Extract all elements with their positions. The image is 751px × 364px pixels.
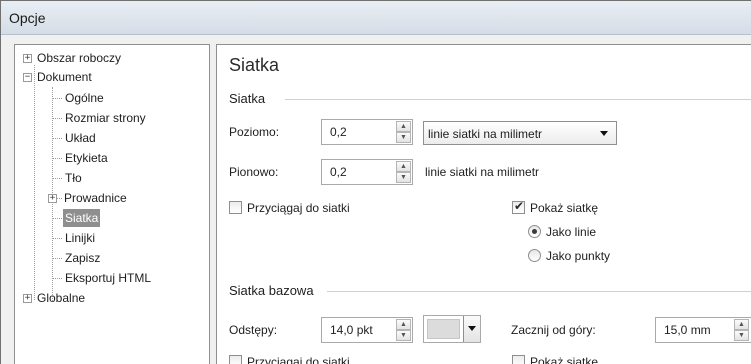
tree-item-save[interactable]: Zapisz xyxy=(63,249,102,267)
tree-line xyxy=(52,258,62,259)
spin-up-icon[interactable]: ▲ xyxy=(396,121,411,132)
tree-item-export-html[interactable]: Eksportuj HTML xyxy=(63,269,153,287)
group-title-grid: Siatka xyxy=(229,91,266,106)
tree-item-workspace[interactable]: + Obszar roboczy xyxy=(23,49,123,67)
tree-line xyxy=(52,238,62,239)
tree-item-document[interactable]: − Dokument xyxy=(23,68,94,86)
checkmark-icon: ✔ xyxy=(514,199,525,213)
expand-plus-icon[interactable]: + xyxy=(48,194,57,203)
tree-line xyxy=(52,278,62,279)
expand-plus-icon[interactable]: + xyxy=(23,54,32,63)
tree-item-label: Linijki xyxy=(65,231,96,245)
grid-units-select[interactable]: linie siatki na milimetr xyxy=(423,121,617,145)
spinner-buttons: ▲ ▼ xyxy=(396,121,411,143)
horizontal-spinner[interactable]: 0,2 ▲ ▼ xyxy=(321,119,413,145)
group-divider xyxy=(327,291,751,292)
tree-item-label: Tło xyxy=(65,171,82,185)
checkbox-box[interactable] xyxy=(229,201,242,214)
spacing-spinner[interactable]: 14,0 pkt ▲ ▼ xyxy=(321,317,413,343)
radio-selected-dot xyxy=(532,229,537,234)
tree-item-label: Rozmiar strony xyxy=(65,111,146,125)
tree-item-label: Siatka xyxy=(63,209,101,227)
tree-line xyxy=(52,158,62,159)
options-window: Opcje + Obszar roboczy − Dokument Ogólne… xyxy=(0,0,751,364)
start-from-top-label: Zacznij od góry: xyxy=(511,323,596,337)
spinner-buttons: ▲ ▼ xyxy=(396,161,411,183)
options-tree[interactable]: + Obszar roboczy − Dokument Ogólne Rozmi… xyxy=(14,44,210,364)
spacing-label: Odstępy: xyxy=(229,323,278,337)
checkbox-box[interactable] xyxy=(512,355,525,364)
tree-item-label: Ogólne xyxy=(65,91,104,105)
group-title-baseline: Siatka bazowa xyxy=(229,283,314,298)
grid-units-value: linie siatki na milimetr xyxy=(428,127,543,141)
horizontal-label: Poziomo: xyxy=(229,125,280,139)
tree-item-layout[interactable]: Układ xyxy=(63,129,98,147)
page-title: Siatka xyxy=(229,55,280,75)
spin-down-icon[interactable]: ▼ xyxy=(396,132,411,143)
tree-item-label: Globalne xyxy=(37,291,86,305)
baseline-color-picker[interactable] xyxy=(423,315,481,343)
checkbox-box[interactable]: ✔ xyxy=(512,199,525,214)
spin-up-icon[interactable]: ▲ xyxy=(396,161,411,172)
group-divider xyxy=(285,99,751,100)
tree-line xyxy=(52,178,62,179)
radio-button[interactable] xyxy=(528,225,541,238)
spinner-buttons: ▲ ▼ xyxy=(734,319,749,341)
tree-line xyxy=(52,218,62,219)
tree-item-label: Etykieta xyxy=(65,151,108,165)
window-title: Opcje xyxy=(9,10,46,26)
tree-item-label: Dokument xyxy=(37,70,92,84)
tree-item-grid[interactable]: Siatka xyxy=(63,209,101,227)
expand-plus-icon[interactable]: + xyxy=(23,294,32,303)
tree-line xyxy=(52,98,62,99)
tree-item-general[interactable]: Ogólne xyxy=(63,89,106,107)
spacing-value: 14,0 pkt xyxy=(330,323,373,337)
spinner-buttons: ▲ ▼ xyxy=(396,319,411,341)
radio-button[interactable] xyxy=(528,249,541,262)
tree-item-guides[interactable]: + Prowadnice xyxy=(48,189,129,207)
tree-item-background[interactable]: Tło xyxy=(63,169,84,187)
color-dropdown-button[interactable] xyxy=(463,316,480,342)
start-from-top-value: 15,0 mm xyxy=(664,323,711,337)
spin-up-icon[interactable]: ▲ xyxy=(396,319,411,330)
tree-line xyxy=(52,138,62,139)
tree-line xyxy=(34,65,35,300)
tree-item-global[interactable]: + Globalne xyxy=(23,289,87,307)
show-grid-label: Pokaż siatkę xyxy=(530,201,599,215)
spin-down-icon[interactable]: ▼ xyxy=(396,172,411,183)
radio-as-lines-label: Jako linie xyxy=(546,225,597,239)
chevron-down-icon xyxy=(468,326,476,331)
baseline-show-label: Pokaż siatkę xyxy=(530,355,599,364)
tree-item-label: Zapisz xyxy=(65,251,101,265)
tree-item-label: Układ xyxy=(65,131,96,145)
spin-up-icon[interactable]: ▲ xyxy=(734,319,749,330)
vertical-spinner[interactable]: 0,2 ▲ ▼ xyxy=(321,159,413,185)
tree-item-label-settings[interactable]: Etykieta xyxy=(63,149,110,167)
tree-item-label: Obszar roboczy xyxy=(37,51,122,65)
tree-line xyxy=(52,118,62,119)
color-swatch xyxy=(427,319,460,339)
start-from-top-spinner[interactable]: 15,0 mm ▲ ▼ xyxy=(655,317,751,343)
radio-as-points-label: Jako punkty xyxy=(546,249,611,263)
chevron-down-icon xyxy=(600,131,608,136)
title-bar[interactable]: Opcje xyxy=(1,1,751,35)
horizontal-value: 0,2 xyxy=(330,125,347,139)
vertical-value: 0,2 xyxy=(330,165,347,179)
tree-item-rulers[interactable]: Linijki xyxy=(63,229,97,247)
vertical-units-label: linie siatki na milimetr xyxy=(425,165,540,179)
tree-item-label: Prowadnice xyxy=(64,191,127,205)
baseline-snap-label: Przyciągaj do siatki xyxy=(247,355,350,364)
vertical-label: Pionowo: xyxy=(229,165,279,179)
collapse-minus-icon[interactable]: − xyxy=(23,73,32,82)
spin-down-icon[interactable]: ▼ xyxy=(396,330,411,341)
spin-down-icon[interactable]: ▼ xyxy=(734,330,749,341)
checkbox-box[interactable] xyxy=(229,355,242,364)
tree-item-page-size[interactable]: Rozmiar strony xyxy=(63,109,148,127)
snap-to-grid-label: Przyciągaj do siatki xyxy=(247,201,350,215)
tree-item-label: Eksportuj HTML xyxy=(65,271,152,285)
grid-settings-panel: Siatka Siatka Poziomo: 0,2 ▲ ▼ linie sia… xyxy=(216,44,751,364)
